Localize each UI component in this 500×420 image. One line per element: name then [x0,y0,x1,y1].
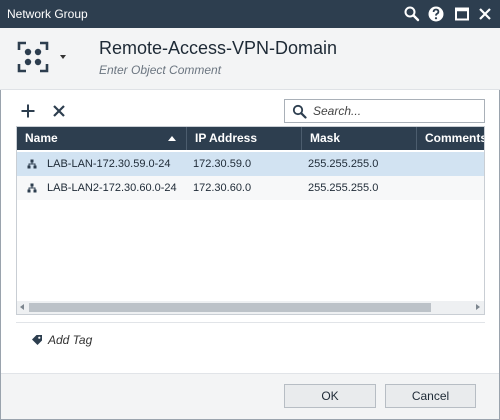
cancel-button[interactable]: Cancel [385,384,476,408]
window-title: Network Group [7,7,88,21]
horizontal-scrollbar[interactable] [17,301,484,314]
scrollbar-thumb[interactable] [29,303,431,312]
table-header: Name IP Address Mask Comments [17,127,484,150]
row-comments [423,176,483,200]
ok-button[interactable]: OK [284,384,376,408]
row-name: LAB-LAN-172.30.59.0-24 [47,158,171,170]
scroll-left-icon[interactable] [20,304,24,310]
add-member-button[interactable] [19,102,37,120]
row-comments [423,152,483,176]
table-row[interactable]: LAB-LAN-172.30.59.0-24 172.30.59.0 255.2… [17,152,484,176]
close-icon[interactable] [476,5,494,23]
maximize-icon[interactable] [453,5,471,23]
column-header-mask[interactable]: Mask [302,127,417,150]
scroll-right-icon[interactable] [476,304,480,310]
object-comment-field[interactable]: Enter Object Comment [99,63,221,77]
search-input[interactable] [313,103,481,119]
column-header-ip[interactable]: IP Address [187,127,302,150]
sort-ascending-icon [168,136,176,141]
network-icon [27,159,37,169]
search-icon[interactable] [403,5,421,23]
title-bar[interactable]: Network Group [0,0,500,28]
add-tag-link[interactable]: Add Tag [48,333,92,347]
search-icon [292,104,307,119]
column-header-name[interactable]: Name [17,127,187,150]
object-name[interactable]: Remote-Access-VPN-Domain [99,38,337,59]
search-box[interactable] [284,99,485,123]
divider [16,322,485,323]
row-name: LAB-LAN2-172.30.60.0-24 [47,182,177,194]
column-header-comments[interactable]: Comments [417,127,484,150]
chevron-down-icon[interactable] [60,55,66,59]
remove-member-button[interactable] [50,102,68,120]
members-table: Name IP Address Mask Comments LAB-LAN-17… [16,126,485,315]
network-group-icon[interactable] [17,41,49,73]
row-ip: 172.30.60.0 [193,182,252,194]
help-icon[interactable] [427,5,445,23]
row-ip: 172.30.59.0 [193,158,252,170]
table-row[interactable]: LAB-LAN2-172.30.60.0-24 172.30.60.0 255.… [17,176,484,200]
network-icon [27,183,37,193]
row-mask: 255.255.255.0 [308,182,379,194]
row-mask: 255.255.255.0 [308,158,379,170]
tag-icon[interactable] [31,334,43,346]
